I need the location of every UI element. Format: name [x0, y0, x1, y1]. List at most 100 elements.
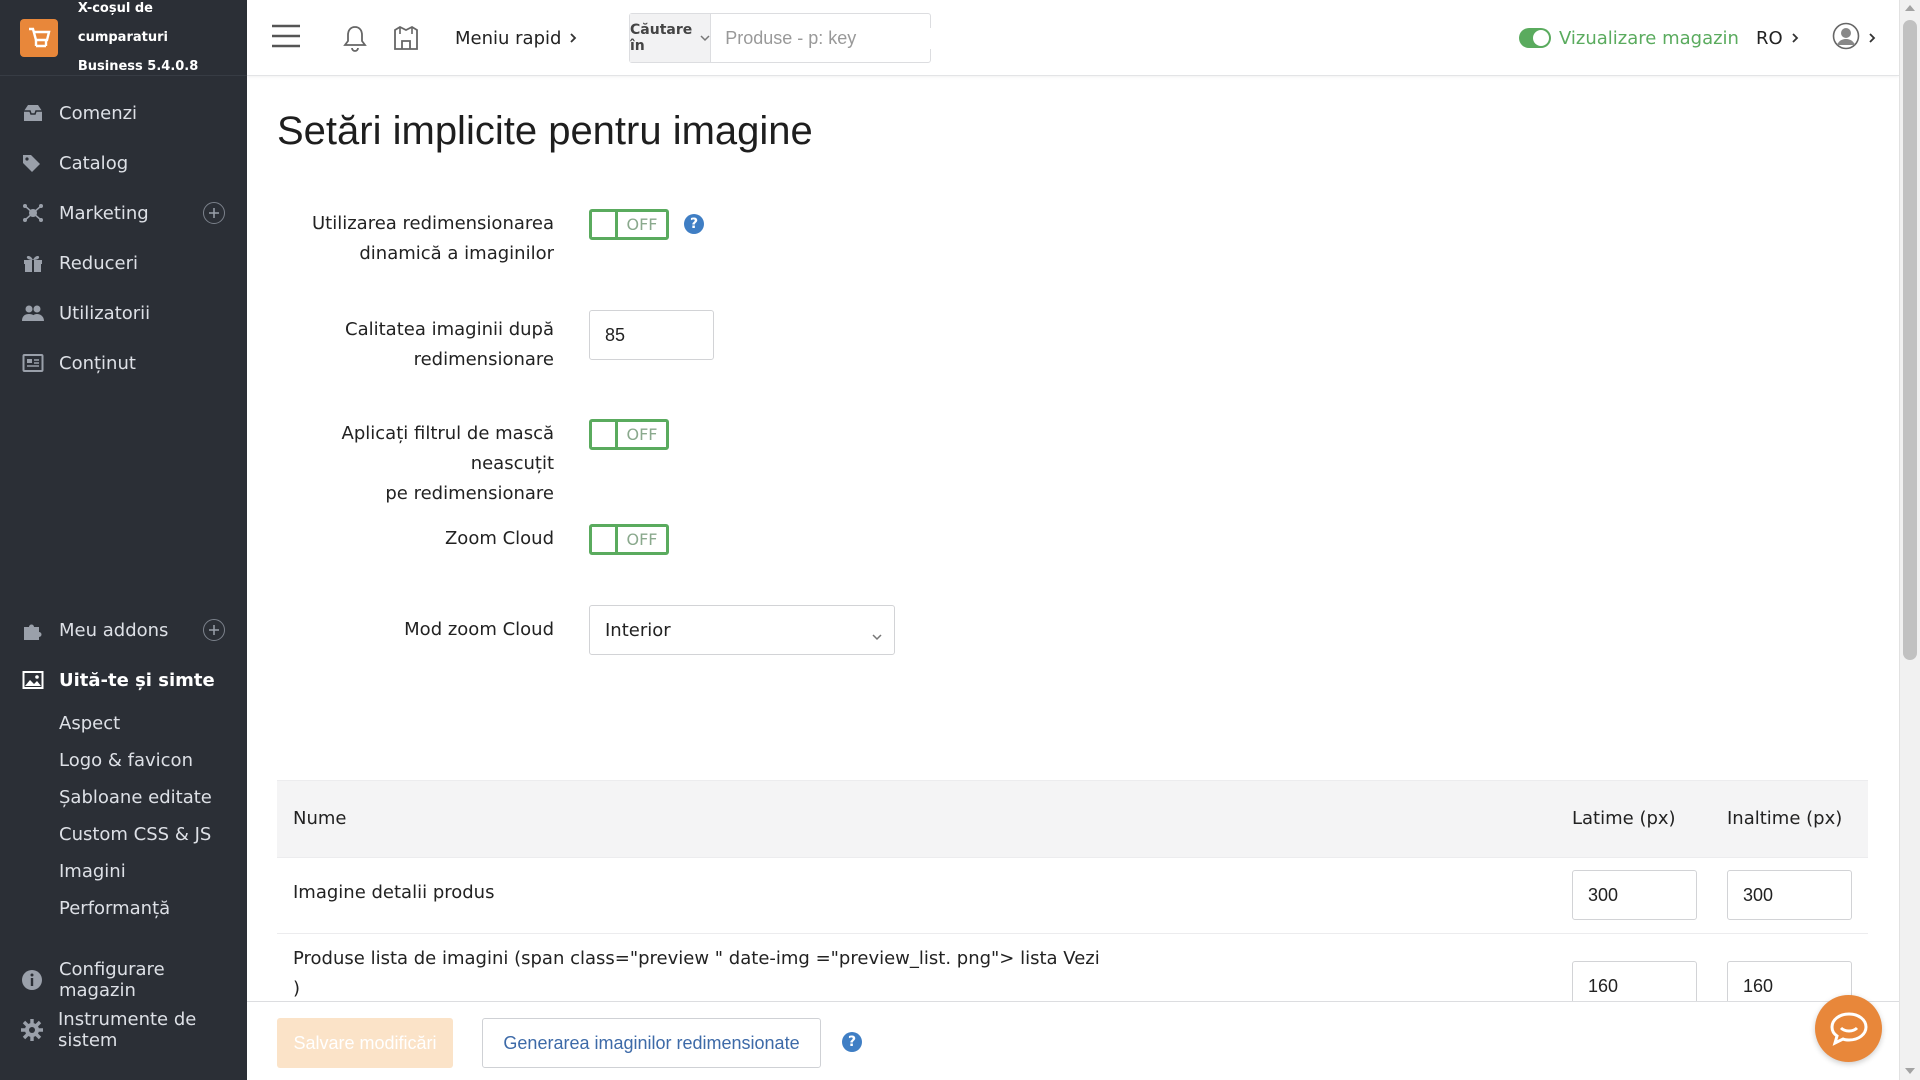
toggle-knob [592, 212, 618, 237]
chevron-down-icon [700, 30, 710, 46]
quick-menu-label: Meniu rapid [455, 27, 562, 49]
sidebar-item-label: Configurare magazin [58, 959, 165, 1001]
page-title: Setări implicite pentru imagine [277, 109, 813, 153]
subnav-item-logo[interactable]: Logo & favicon [0, 742, 247, 779]
toggle-state: OFF [626, 215, 658, 234]
sidebar-item-catalog[interactable]: Catalog [0, 138, 247, 188]
sidebar-item-addons[interactable]: Meu addons [0, 605, 247, 655]
toggle-knob [592, 422, 618, 447]
sidebar-item-content[interactable]: Conținut [0, 338, 247, 388]
gear-icon [21, 1019, 43, 1041]
height-input[interactable] [1727, 870, 1852, 920]
label-line: Aplicați filtrul de mască neascuțit [341, 423, 554, 474]
user-menu[interactable] [1832, 20, 1876, 56]
search-scope-dropdown[interactable]: Căutare în [630, 14, 712, 62]
sidebar-nav: Comenzi Catalog Marketing Reduceri Utili… [0, 76, 247, 388]
image-icon [21, 669, 44, 691]
sidebar-item-marketing[interactable]: Marketing [0, 188, 247, 238]
bell-icon[interactable] [342, 24, 368, 52]
sidebar-item-label: Utilizatorii [59, 302, 151, 324]
search-bar: Căutare în [629, 13, 958, 63]
table-row: Produse lista de imagini (span class="pr… [277, 934, 1868, 1001]
view-store-link[interactable]: Vizualizare magazin [1519, 20, 1739, 56]
sidebar-item-users[interactable]: Utilizatorii [0, 288, 247, 338]
chevron-right-icon [1868, 29, 1876, 48]
scroll-up-icon[interactable] [1905, 5, 1915, 11]
label-line: pe redimensionare [385, 483, 554, 504]
quality-input[interactable] [589, 310, 714, 360]
toggle-knob [592, 527, 618, 552]
help-icon[interactable]: ? [842, 1032, 862, 1052]
brand-version: Business 5.4.0.8 [77, 59, 199, 74]
marketing-icon [21, 202, 44, 224]
chevron-right-icon [1791, 28, 1799, 49]
table-row: Imagine detalii produs [277, 858, 1868, 934]
sidebar-item-label: Comenzi [59, 102, 138, 124]
column-header-name: Nume [293, 808, 347, 829]
sidebar-item-look-and-feel[interactable]: Uită-te și simte [0, 655, 247, 705]
storefront-icon[interactable] [392, 24, 420, 52]
chevron-right-icon [569, 28, 577, 49]
dynamic-resize-toggle[interactable]: OFF [589, 209, 669, 240]
sidebar-item-label: Uită-te și simte [59, 669, 215, 691]
row-name: Produse lista de imagini (span class="pr… [293, 944, 1100, 1001]
scroll-down-icon[interactable] [1905, 1068, 1915, 1074]
sidebar-item-store-setup[interactable]: Configurare magazin [0, 955, 247, 1005]
orders-icon [21, 102, 44, 124]
column-header-width: Latime (px) [1572, 808, 1676, 829]
label-line: redimensionare [413, 349, 554, 370]
sidebar-item-discounts[interactable]: Reduceri [0, 238, 247, 288]
generate-resized-images-button[interactable]: Generarea imaginilor redimensionate [482, 1018, 821, 1068]
main-content: Setări implicite pentru imagine Utilizar… [247, 77, 1899, 1001]
sidebar-item-label: Marketing [59, 202, 149, 224]
zoom-mode-value: Interior [605, 619, 671, 641]
hamburger-menu-icon[interactable] [272, 24, 300, 48]
form-row-dynamic-resize: Utilizarea redimensionarea dinamică a im… [247, 209, 1247, 271]
language-selector[interactable]: RO [1756, 20, 1799, 56]
cart-logo-icon [20, 18, 58, 57]
toggle-state: OFF [626, 425, 658, 444]
label-line: Utilizarea redimensionarea [311, 213, 554, 234]
subnav-item-layout[interactable]: Aspect [0, 705, 247, 742]
zoom-cloud-label: Zoom Cloud [444, 528, 554, 549]
page-scrollbar[interactable] [1899, 0, 1920, 1080]
form-row-zoom-cloud: Zoom Cloud OFF [247, 524, 1247, 564]
toggle-state: OFF [626, 530, 658, 549]
look-and-feel-subnav: Aspect Logo & favicon Șabloane editate C… [0, 705, 247, 927]
width-input[interactable] [1572, 870, 1697, 920]
help-icon[interactable]: ? [684, 214, 704, 234]
form-row-zoom-mode: Mod zoom Cloud Interior [247, 605, 1247, 655]
user-avatar-icon [1832, 22, 1860, 54]
save-button[interactable]: Salvare modificări [277, 1018, 453, 1068]
brand-name: X-coșul de cumparaturi [77, 1, 168, 45]
subnav-item-images[interactable]: Imagini [0, 853, 247, 890]
sidebar-nav-bottom: Configurare magazin Instrumente de siste… [0, 955, 247, 1055]
zoom-mode-select[interactable]: Interior [589, 605, 895, 655]
unsharp-toggle[interactable]: OFF [589, 419, 669, 450]
subnav-item-performance[interactable]: Performanță [0, 890, 247, 927]
scroll-thumb[interactable] [1903, 20, 1917, 660]
subnav-item-custom-css[interactable]: Custom CSS & JS [0, 816, 247, 853]
sidebar-item-label: Meu addons [59, 619, 169, 641]
puzzle-icon [21, 619, 44, 641]
sidebar-item-system-tools[interactable]: Instrumente de sistem [0, 1005, 247, 1055]
row-name-line: ) [293, 978, 301, 999]
action-bar: Salvare modificări Generarea imaginilor … [247, 1001, 1899, 1080]
info-icon [21, 969, 44, 991]
sidebar-item-label: Conținut [59, 352, 136, 374]
chat-icon[interactable] [1815, 995, 1882, 1062]
search-scope-label: Căutare în [630, 22, 693, 54]
height-input[interactable] [1727, 961, 1852, 1001]
add-marketing-icon[interactable] [203, 202, 225, 224]
sidebar-item-label: Instrumente de sistem [58, 1009, 197, 1051]
subnav-item-templates[interactable]: Șabloane editate [0, 779, 247, 816]
sidebar-item-orders[interactable]: Comenzi [0, 88, 247, 138]
zoom-cloud-toggle[interactable]: OFF [589, 524, 669, 555]
add-addon-icon[interactable] [203, 619, 225, 641]
search-input[interactable] [711, 27, 958, 49]
quick-menu[interactable]: Meniu rapid [455, 20, 577, 56]
width-input[interactable] [1572, 961, 1697, 1001]
gift-icon [21, 252, 44, 274]
row-name-line: Produse lista de imagini (span class="pr… [293, 948, 1100, 969]
brand[interactable]: X-coșul de cumparaturi Business 5.4.0.8 [0, 0, 247, 76]
